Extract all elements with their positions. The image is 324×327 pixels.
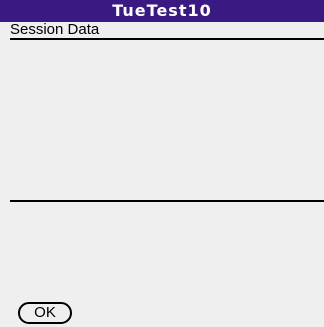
bottom-divider: [10, 200, 324, 202]
session-data-area[interactable]: [10, 40, 324, 200]
title-bar: TueTest10: [0, 0, 324, 22]
window-title: TueTest10: [112, 1, 212, 20]
app-screen: TueTest10 Session Data OK: [0, 0, 324, 327]
ok-button[interactable]: OK: [18, 302, 72, 324]
session-data-label: Session Data: [10, 21, 100, 38]
